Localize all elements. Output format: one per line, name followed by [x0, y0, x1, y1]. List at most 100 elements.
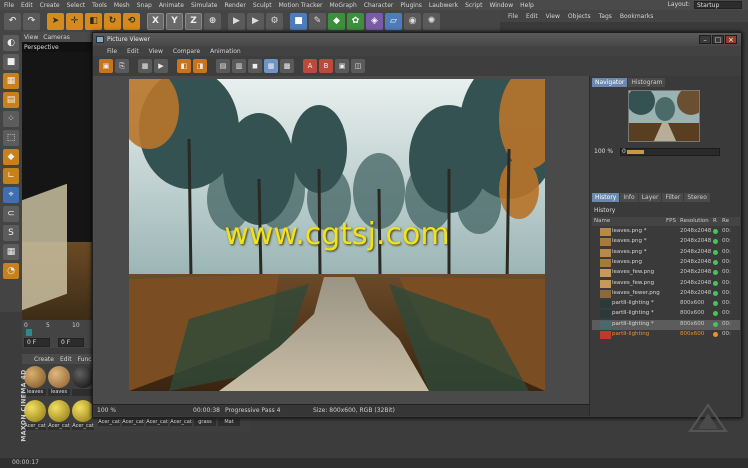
menu-simulate[interactable]: Simulate	[191, 2, 218, 9]
difference-icon[interactable]: ▣	[335, 59, 349, 73]
workplane-icon[interactable]: ▤	[3, 92, 19, 108]
objmgr-menu-bookmarks[interactable]: Bookmarks	[620, 13, 654, 20]
objmgr-menu-tags[interactable]: Tags	[599, 13, 612, 20]
select-cursor-icon[interactable]: ➤	[47, 12, 64, 30]
navigator-zoom-slider[interactable]: 0	[620, 148, 720, 156]
pv-menu-view[interactable]: View	[149, 48, 163, 55]
tweak-mode-icon[interactable]: ⌖	[3, 187, 19, 203]
recent-tool-icon[interactable]: ⟲	[123, 12, 140, 30]
col-fps[interactable]: FPS	[666, 218, 676, 224]
objmgr-menu-objects[interactable]: Objects	[568, 13, 591, 20]
maximize-icon[interactable]: □	[712, 35, 724, 44]
matmenu-create[interactable]: Create	[34, 356, 54, 363]
viewport-menu-cameras[interactable]: Cameras	[43, 34, 70, 41]
set-b-icon[interactable]: B	[319, 59, 333, 73]
viewport-menu-view[interactable]: View	[24, 34, 38, 41]
material-dark[interactable]	[72, 366, 94, 396]
menu-mograph[interactable]: MoGraph	[330, 2, 357, 9]
undo-icon[interactable]: ↶	[4, 12, 21, 30]
history-row[interactable]: leaves.png * 2048x2048 00:	[592, 227, 740, 237]
history-row[interactable]: leaves_few.png 2048x2048 00:	[592, 268, 740, 278]
objmgr-menu-file[interactable]: File	[508, 13, 518, 20]
grid-view-icon[interactable]: ▩	[280, 59, 294, 73]
history-row[interactable]: leaves.png * 2048x2048 00:	[592, 248, 740, 258]
menu-motion-tracker[interactable]: Motion Tracker	[279, 2, 323, 9]
menu-mesh[interactable]: Mesh	[114, 2, 130, 9]
menu-select[interactable]: Select	[67, 2, 86, 9]
col-r[interactable]: R	[713, 218, 717, 224]
split-view-icon[interactable]: ◫	[351, 59, 365, 73]
tab-layer[interactable]: Layer	[638, 193, 662, 202]
ab-compare-icon[interactable]: ◧	[177, 59, 191, 73]
timeline-playhead[interactable]	[26, 329, 32, 336]
material-acer-6[interactable]: Acer_cat	[146, 418, 168, 426]
history-row[interactable]: leaves.png * 2048x2048 00:	[592, 237, 740, 247]
polygons-mode-icon[interactable]: ◆	[3, 149, 19, 165]
col-extra[interactable]: Re	[722, 218, 729, 224]
render-settings-icon[interactable]: ⚙	[266, 12, 283, 30]
rotate-icon[interactable]: ↻	[104, 12, 121, 30]
frame-current-field[interactable]: 0 F	[58, 338, 84, 347]
menu-script[interactable]: Script	[465, 2, 482, 9]
full-view-icon[interactable]: ▦	[264, 59, 278, 73]
cube-icon[interactable]: ■	[290, 12, 307, 30]
history-row[interactable]: partII-lighting 800x600 00:	[592, 330, 740, 340]
tab-history[interactable]: History	[592, 193, 620, 202]
menu-render[interactable]: Render	[224, 2, 245, 9]
menu-create[interactable]: Create	[40, 2, 60, 9]
menu-sculpt[interactable]: Sculpt	[253, 2, 272, 9]
scale-icon[interactable]: ◧	[85, 12, 102, 30]
pv-menu-animation[interactable]: Animation	[210, 48, 241, 55]
tab-histogram[interactable]: Histogram	[628, 78, 666, 87]
make-editable-icon[interactable]: ◐	[3, 35, 19, 51]
history-row[interactable]: leaves_few.png 2048x2048 00:	[592, 279, 740, 289]
menu-character[interactable]: Character	[364, 2, 394, 9]
camera-icon[interactable]: ◉	[404, 12, 421, 30]
material-acer-3[interactable]: Acer_cat	[72, 400, 94, 430]
channel-alt-icon[interactable]: ▥	[232, 59, 246, 73]
frame-start-field[interactable]: 0 F	[24, 338, 50, 347]
menu-animate[interactable]: Animate	[159, 2, 184, 9]
navigator-thumbnail[interactable]	[628, 90, 700, 142]
subdivision-icon[interactable]: ◆	[328, 12, 345, 30]
swap-ab-icon[interactable]: ◨	[193, 59, 207, 73]
objmgr-menu-edit[interactable]: Edit	[526, 13, 538, 20]
history-row[interactable]: partII-lighting * 800x600 00:	[592, 309, 740, 319]
points-mode-icon[interactable]: ⁘	[3, 111, 19, 127]
history-row[interactable]: partII-lighting * 800x600 00:	[592, 319, 740, 330]
tab-navigator[interactable]: Navigator	[592, 78, 628, 87]
layout-dropdown[interactable]: Startup	[694, 1, 742, 9]
pv-menu-file[interactable]: File	[107, 48, 117, 55]
objmgr-menu-view[interactable]: View	[546, 13, 560, 20]
set-a-icon[interactable]: A	[303, 59, 317, 73]
material-leaves-2[interactable]: leaves	[48, 366, 70, 396]
edges-mode-icon[interactable]: ⬚	[3, 130, 19, 146]
axis-y-toggle[interactable]: Y	[166, 12, 183, 30]
picture-viewer-titlebar[interactable]: Picture Viewer – □ ×	[93, 33, 741, 46]
floor-icon[interactable]: ▱	[385, 12, 402, 30]
close-icon[interactable]: ×	[725, 35, 737, 44]
history-row[interactable]: leaves.png 2048x2048 00:	[592, 258, 740, 268]
render-region-icon[interactable]: ▦	[138, 59, 152, 73]
menu-help[interactable]: Help	[520, 2, 534, 9]
col-name[interactable]: Name	[594, 218, 610, 224]
save-image-icon[interactable]: ⎘	[115, 59, 129, 73]
picture-viewer-canvas[interactable]: www.cgtsj.com	[93, 76, 589, 404]
material-acer-2[interactable]: Acer_cat	[48, 400, 70, 430]
axis-z-toggle[interactable]: Z	[185, 12, 202, 30]
menu-tools[interactable]: Tools	[92, 2, 107, 9]
zoom-value[interactable]: 100 %	[97, 407, 116, 414]
quantize-icon[interactable]: ◔	[3, 263, 19, 279]
move-icon[interactable]: ✛	[66, 12, 83, 30]
texture-mode-icon[interactable]: ▦	[3, 73, 19, 89]
open-image-icon[interactable]: ▣	[99, 59, 113, 73]
menu-snap[interactable]: Snap	[137, 2, 152, 9]
material-grass[interactable]: grass	[194, 418, 216, 426]
tab-filter[interactable]: Filter	[662, 193, 684, 202]
minimize-icon[interactable]: –	[699, 35, 711, 44]
tab-info[interactable]: Info	[620, 193, 638, 202]
deformer-icon[interactable]: ◈	[366, 12, 383, 30]
matmenu-func[interactable]: Func	[78, 356, 92, 363]
menu-laubwerk[interactable]: Laubwerk	[429, 2, 458, 9]
pv-menu-compare[interactable]: Compare	[173, 48, 200, 55]
